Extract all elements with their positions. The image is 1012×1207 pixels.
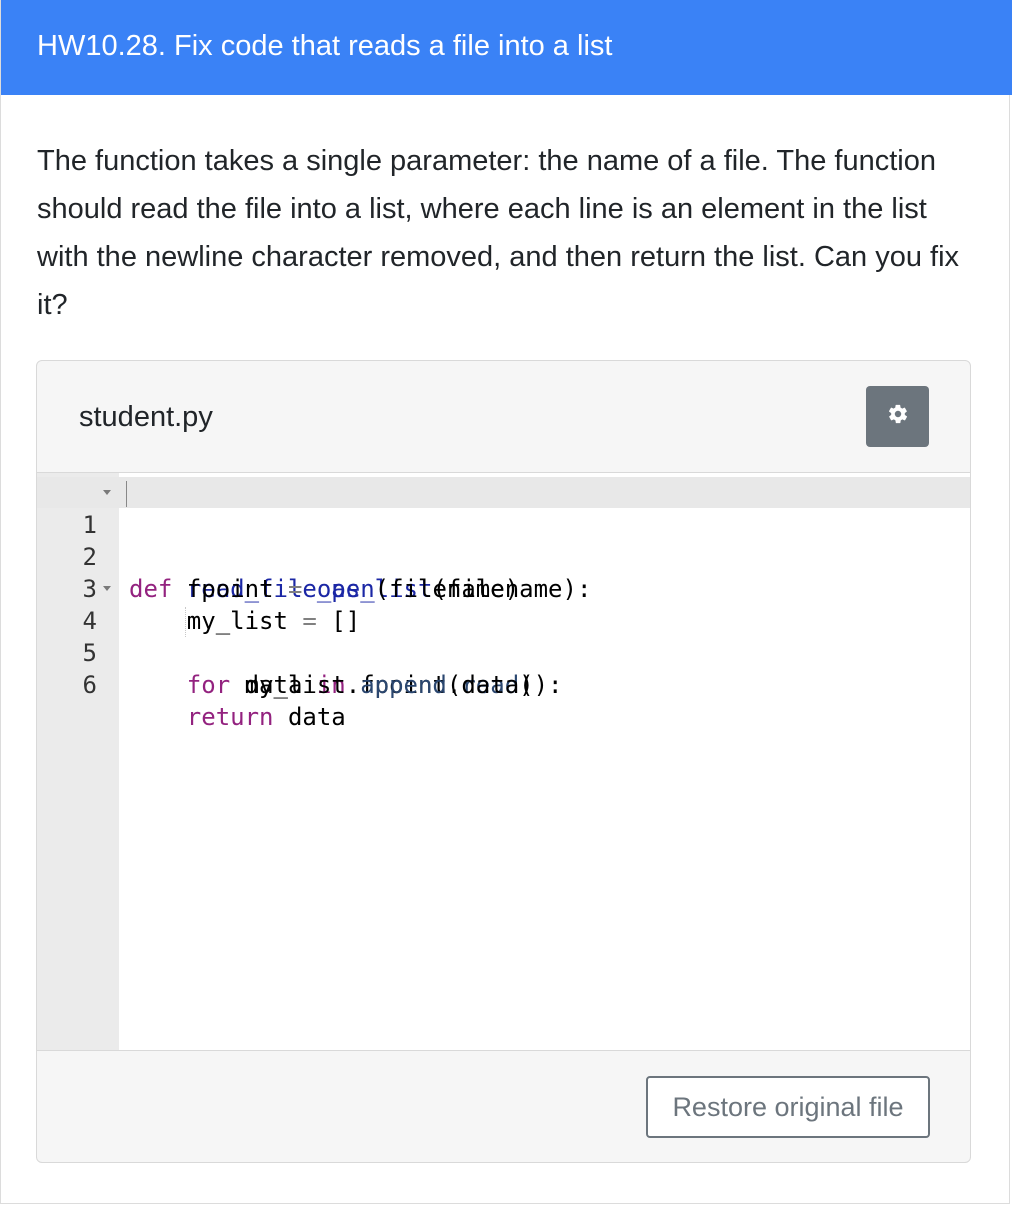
code-line-text: my_list.append(data) <box>129 671 534 699</box>
code-line[interactable]: 5 my_list.append(data) <box>37 605 970 699</box>
code-line-text: return data <box>186 703 346 731</box>
question-prompt: The function takes a single parameter: t… <box>37 145 960 321</box>
code-line[interactable]: 6 return data <box>37 637 970 731</box>
file-name: student.py <box>79 401 213 433</box>
code-line[interactable]: 1 def read_file_as_list(filename): <box>37 477 970 603</box>
question-title: HW10.28. Fix code that reads a file into… <box>37 30 613 62</box>
code-line[interactable]: 3 my_list = [] <box>37 541 970 635</box>
code-line[interactable]: 4 for data in fpoint.read(): <box>37 573 970 699</box>
line-number: 6 <box>82 671 97 699</box>
fold-arrow-icon[interactable] <box>103 490 111 495</box>
gear-icon <box>887 403 909 430</box>
restore-original-file-button[interactable]: Restore original file <box>646 1076 930 1138</box>
code-editor[interactable]: 1 def read_file_as_list(filename): 2 fpo… <box>37 473 970 1051</box>
question-card: HW10.28. Fix code that reads a file into… <box>0 0 1012 1204</box>
question-header: HW10.28. Fix code that reads a file into… <box>1 0 1012 95</box>
settings-button[interactable] <box>866 386 929 447</box>
file-editor-panel: student.py 1 def read_file_as_list(filen… <box>36 360 971 1163</box>
code-line[interactable]: 2 fpoint = open(filename) <box>37 509 970 603</box>
file-editor-footer: Restore original file <box>37 1051 970 1162</box>
file-editor-header: student.py <box>37 361 970 473</box>
fold-arrow-icon[interactable] <box>103 586 111 591</box>
